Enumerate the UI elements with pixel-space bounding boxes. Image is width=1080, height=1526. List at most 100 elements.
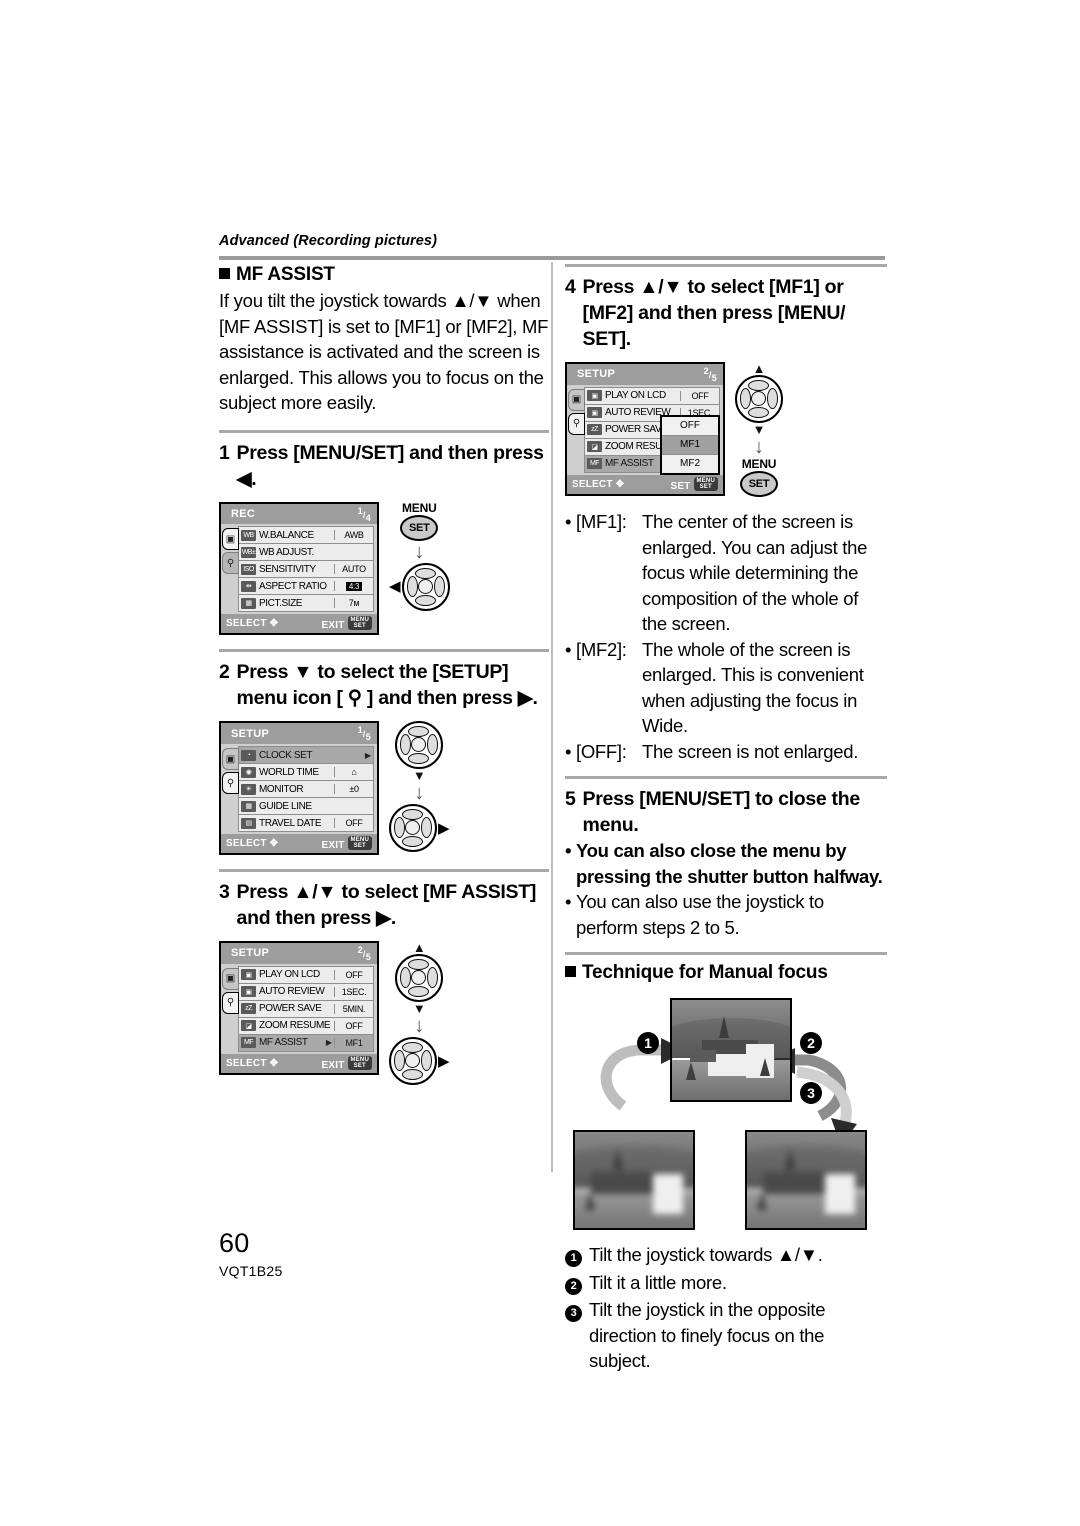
menu-row[interactable]: MF MF ASSIST ▶ MF1 [238,1034,374,1052]
menu-row[interactable]: WB± WB ADJUST. [238,544,374,562]
menu-row[interactable]: ▦ PICT.SIZE 7м [238,595,374,613]
menu-row[interactable]: ◪ ZOOM RESUME OFF [238,1017,374,1035]
bullet-dot-icon: • [565,740,572,762]
joystick-pad[interactable] [401,562,450,611]
lcd-body: ▣ ⚲ ◔ CLOCK SET ▶ ◉ WORLD TIME ⌂ ✳ MONIT… [221,744,377,835]
menu-row[interactable]: ▤ TRAVEL DATE OFF [238,815,374,833]
row-icon: ◪ [587,441,602,453]
joystick-pad[interactable] [389,1037,437,1086]
tab-camera-icon[interactable]: ▣ [222,528,239,551]
step-1: 1 Press [MENU/SET] and then press ◀. [219,440,549,492]
divider-rule [219,429,549,433]
manual-focus-figure: 1 2 3 [565,990,887,1240]
submenu-option-off[interactable]: OFF [662,416,718,436]
row-icon: ▣ [587,407,602,419]
lcd-menu-title: SETUP [577,368,616,381]
photo-blurred-1 [573,1130,695,1230]
tab-wrench-icon[interactable]: ⚲ [222,772,239,795]
lcd-rows: WB W.BALANCE AWB WB± WB ADJUST. ISO SENS… [238,526,377,613]
lcd-page-indicator: 2/5 [703,366,717,383]
footer-exit: EXIT MENU SET [322,1055,372,1071]
tab-camera-icon[interactable]: ▣ [568,388,585,411]
mf-assist-body: If you tilt the joystick towards ▲/▼ whe… [219,290,549,413]
lcd-page-indicator: 2/5 [357,945,371,962]
diagram-rec-menu: REC 1/4 ▣ ⚲ WB W.BALANCE AWB WB± WB ADJU… [219,501,549,636]
row-label: MF ASSIST [259,1037,308,1049]
tab-camera-icon[interactable]: ▣ [222,748,239,771]
row-label: TRAVEL DATE [259,817,322,829]
step5-note-list: • You can also close the menu by pressin… [565,838,887,940]
tab-wrench-icon[interactable]: ⚲ [222,552,239,575]
menu-row[interactable]: ▣ PLAY ON LCD OFF [584,386,720,405]
menu-set-badge-icon: MENU SET [347,836,372,851]
row-value: OFF [334,969,373,980]
tab-wrench-icon[interactable]: ⚲ [568,412,585,435]
row-label: MONITOR [259,783,304,795]
footer-select: SELECT ✥ [572,478,625,490]
step-3-number: 3 [219,881,230,904]
step-1-number: 1 [219,441,230,464]
lcd-body: ▣ ⚲ ▣ PLAY ON LCD OFF ▣ AUTO REVIEW 1SEC… [221,963,377,1054]
header-rule [219,256,885,260]
lcd-footer: SELECT ✥ EXIT MENU SET [221,834,377,854]
menu-row[interactable]: ▣ AUTO REVIEW 1SEC. [238,983,374,1001]
down-triangle-icon: ▼ [752,422,766,437]
row-label: PLAY ON LCD [605,390,666,402]
tab-wrench-icon[interactable]: ⚲ [222,991,239,1014]
bullet-dot-icon: • [565,511,572,532]
note-text: You can also close the menu by pressing … [576,840,883,887]
menu-row[interactable]: zZ POWER SAVE 5MIN. [238,1000,374,1018]
row-value: OFF [334,818,373,829]
joystick-pad[interactable] [389,804,437,853]
row-icon: ◔ [241,749,256,761]
page-code: VQT1B25 [219,1263,283,1279]
submenu-option-mf2[interactable]: MF2 [662,454,718,473]
tab-camera-icon[interactable]: ▣ [222,967,239,990]
row-icon: MF [587,458,602,470]
row-label: WB ADJUST. [259,546,314,558]
row-label: GUIDE LINE [259,800,312,812]
row-value: MF1 [334,1037,373,1048]
footer-select: SELECT ✥ [226,618,279,630]
set-button[interactable]: SET [740,471,778,497]
lcd-title-bar: SETUP 2/5 [567,364,723,385]
mf-assist-submenu: OFF MF1 MF2 [660,414,720,475]
joystick-pad-wrap: ▶ [389,804,450,853]
set-button[interactable]: SET [400,514,439,541]
down-triangle-icon: ▼ [412,768,426,784]
lcd-menu-title: SETUP [231,947,270,960]
menu-row[interactable]: ◔ CLOCK SET ▶ [238,746,374,765]
callout-3: 3 [800,1082,822,1104]
lcd-screen-setup1: SETUP 1/5 ▣ ⚲ ◔ CLOCK SET ▶ ◉ WORLD TIME… [219,721,379,856]
menu-row[interactable]: WB W.BALANCE AWB [238,526,374,545]
step-5-number: 5 [565,788,576,810]
row-icon: ISO [241,563,256,575]
photo-in-focus [670,998,792,1102]
keyart-submenu: ▲ ▼ ↓ MENU SET [735,362,783,497]
joystick-pad[interactable] [395,721,444,770]
lcd-rows: ▣ PLAY ON LCD OFF ▣ AUTO REVIEW 1SEC. zZ… [238,965,377,1052]
down-arrow-icon: ↓ [414,782,425,805]
step-5-text: Press [MENU/SET] to close the menu. [582,788,861,836]
row-value: 5MIN. [334,1003,373,1014]
lcd-page-indicator: 1/4 [357,505,371,523]
joystick-pad[interactable] [395,954,444,1003]
menu-row[interactable]: ▣ PLAY ON LCD OFF [238,965,374,984]
menu-row[interactable]: ✳ MONITOR ±0 [238,781,374,799]
row-value: 1SEC. [334,986,373,997]
mf-assist-heading: MF ASSIST [219,264,549,286]
submenu-option-mf1[interactable]: MF1 [662,435,718,455]
row-icon: ✳ [241,783,256,795]
menu-row[interactable]: ▦ GUIDE LINE [238,798,374,816]
row-value: 7м [334,598,373,609]
lcd-footer: SELECT ✥ EXIT MENU SET [221,1053,377,1073]
menu-row[interactable]: ⇹ ASPECT RATIO 4:3 [238,578,374,596]
divider-rule [565,264,887,267]
menu-row[interactable]: ◉ WORLD TIME ⌂ [238,764,374,782]
keyart-setup2: ▲ ▼ ↓ ▶ [389,941,450,1086]
joystick-pad[interactable] [735,375,783,423]
menu-row[interactable]: ISO SENSITIVITY AUTO [238,561,374,579]
lcd-title-bar: SETUP 1/5 [221,723,377,745]
bullet-off: • [OFF]: The screen is not enlarged. [565,739,887,765]
callout-2: 2 [800,1032,822,1054]
